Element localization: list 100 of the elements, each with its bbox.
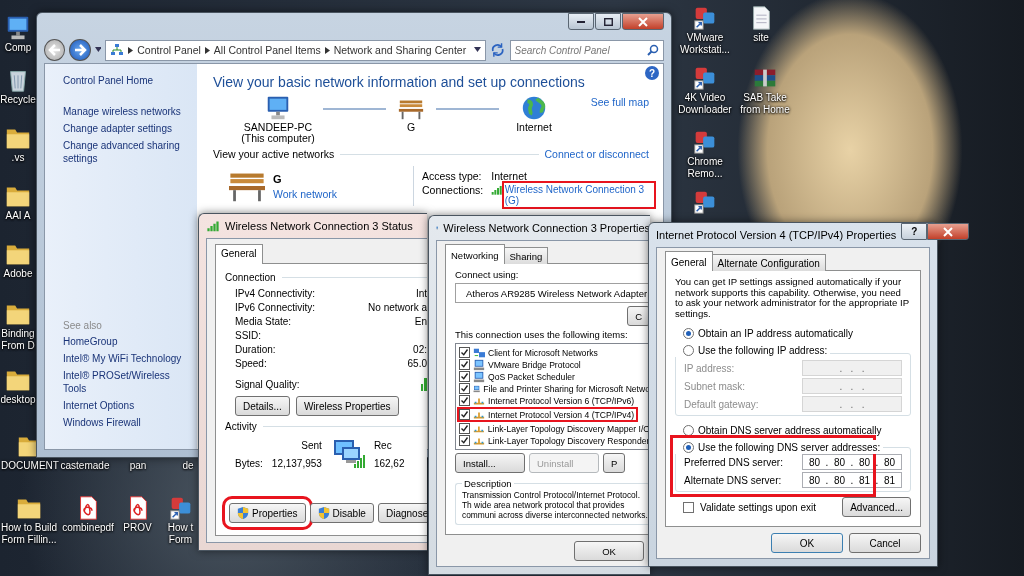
radio-button[interactable] bbox=[683, 344, 694, 356]
sidebar-link[interactable]: HomeGroup bbox=[63, 335, 193, 348]
field-label: Bytes: bbox=[235, 457, 263, 469]
field-label: Alternate DNS server: bbox=[684, 474, 783, 486]
network-name: G bbox=[273, 172, 283, 185]
tab[interactable]: Networking bbox=[445, 244, 505, 264]
dialog-button[interactable]: Details... bbox=[235, 396, 290, 416]
dialog-button[interactable]: Wireless Properties bbox=[295, 396, 399, 416]
checkbox[interactable] bbox=[459, 347, 470, 358]
icon-label[interactable]: de bbox=[182, 460, 194, 472]
checkbox[interactable] bbox=[459, 371, 470, 382]
connect-link[interactable]: Connect or disconnect bbox=[544, 148, 649, 160]
icon-label[interactable]: VMware Workstati... bbox=[676, 32, 734, 56]
sidebar-link[interactable]: Windows Firewall bbox=[63, 416, 193, 429]
checkbox[interactable] bbox=[683, 501, 694, 513]
dialog-button[interactable]: Disable bbox=[309, 503, 374, 523]
checkbox-label[interactable]: Validate settings upon exit bbox=[700, 501, 816, 513]
breadcrumb-item[interactable]: Network and Sharing Center bbox=[333, 44, 467, 56]
radio-label[interactable]: Obtain DNS server address automatically bbox=[698, 424, 882, 436]
icon-label[interactable]: site bbox=[753, 32, 769, 44]
sidebar-link[interactable]: Manage wireless networks bbox=[63, 105, 193, 118]
see-full-map-link[interactable]: See full map bbox=[569, 96, 649, 108]
breadcrumb-item[interactable]: All Control Panel Items bbox=[213, 44, 321, 56]
list-item[interactable]: Internet Protocol Version 6 (TCP/IPv6) bbox=[488, 395, 635, 406]
icon-label[interactable]: How to Build Form Fillin... bbox=[0, 522, 58, 546]
icon-label[interactable]: combinepdf bbox=[62, 522, 114, 534]
forward-button[interactable] bbox=[69, 39, 91, 61]
checkbox[interactable] bbox=[459, 409, 470, 420]
section-heading: View your active networks bbox=[213, 148, 335, 160]
tab[interactable]: General bbox=[665, 251, 713, 271]
radio-button[interactable] bbox=[683, 424, 694, 436]
maximize-button[interactable] bbox=[595, 13, 621, 30]
configure-button[interactable]: C bbox=[627, 306, 650, 326]
tab[interactable]: Sharing bbox=[503, 247, 549, 264]
icon-label[interactable]: Adobe bbox=[3, 268, 33, 280]
icon-label[interactable]: desktop bbox=[0, 394, 36, 406]
field-label: IPv4 Connectivity: bbox=[235, 288, 316, 299]
radio-label[interactable]: Obtain an IP address automatically bbox=[698, 327, 853, 339]
list-item[interactable]: Internet Protocol Version 4 (TCP/IPv4) bbox=[488, 409, 635, 420]
sidebar-link[interactable]: Internet Options bbox=[63, 399, 193, 412]
back-button[interactable] bbox=[44, 39, 66, 61]
network-type-link[interactable]: Work network bbox=[273, 187, 337, 200]
icon-label[interactable]: 4K Video Downloader bbox=[676, 92, 734, 116]
checkbox[interactable] bbox=[459, 395, 470, 406]
sidebar-link[interactable]: Change adapter settings bbox=[63, 122, 193, 135]
sidebar-link[interactable]: Control Panel Home bbox=[63, 74, 193, 87]
address-bar[interactable]: Control Panel All Control Panel Items Network and Sharing Center bbox=[105, 39, 487, 61]
checkbox[interactable] bbox=[459, 435, 470, 446]
icon-label[interactable]: AAI A bbox=[5, 210, 31, 222]
list-item[interactable]: QoS Packet Scheduler bbox=[488, 371, 575, 382]
icon-label[interactable]: .vs bbox=[11, 152, 25, 164]
list-item[interactable]: VMware Bridge Protocol bbox=[488, 359, 581, 370]
window-title: Internet Protocol Version 4 (TCP/IPv4) Properties bbox=[656, 229, 897, 241]
icon-label[interactable]: Binding From D bbox=[0, 328, 36, 352]
icon-label[interactable]: How t Form bbox=[163, 522, 198, 546]
checkbox[interactable] bbox=[459, 359, 470, 370]
icon-label[interactable]: Chrome Remo... bbox=[676, 156, 734, 180]
field-value: Int bbox=[414, 288, 427, 299]
icon-label[interactable]: PROV bbox=[123, 522, 152, 534]
dialog-button[interactable]: Install... bbox=[455, 453, 525, 473]
list-item[interactable]: Client for Microsoft Networks bbox=[488, 347, 598, 358]
list-item[interactable]: Link-Layer Topology Discovery Responder bbox=[488, 435, 650, 446]
checkbox[interactable] bbox=[459, 383, 470, 394]
help-button[interactable]: ? bbox=[645, 66, 659, 80]
icon-label[interactable]: DOCUMENT bbox=[1, 460, 59, 472]
ok-button[interactable]: OK bbox=[574, 541, 644, 561]
icon-label[interactable]: pan bbox=[129, 460, 147, 472]
checkbox[interactable] bbox=[459, 423, 470, 434]
icon-label[interactable]: Comp bbox=[4, 42, 32, 54]
field-label: Media State: bbox=[235, 316, 293, 327]
ip-address-field[interactable]: 80 . 80 . 80 . 80 bbox=[802, 454, 902, 470]
ok-button[interactable]: OK bbox=[771, 533, 843, 553]
field-value: 65.0 bbox=[406, 358, 427, 369]
minimize-button[interactable] bbox=[568, 13, 594, 30]
sidebar-link[interactable]: Change advanced sharing settings bbox=[63, 139, 193, 165]
radio-button[interactable] bbox=[683, 441, 694, 453]
field-value: En bbox=[413, 316, 427, 327]
dialog-button[interactable]: P bbox=[603, 453, 626, 473]
advanced-button[interactable]: Advanced... bbox=[842, 497, 911, 517]
search-box[interactable]: Search Control Panel bbox=[509, 39, 664, 61]
field-value: Internet bbox=[491, 170, 528, 182]
forward-arrow-icon bbox=[72, 43, 87, 57]
ip-address-field[interactable]: 80 . 80 . 81 . 81 bbox=[802, 472, 902, 488]
dialog-button[interactable]: Diagnose bbox=[377, 503, 427, 523]
node-label: (This computer) bbox=[241, 133, 315, 144]
sidebar-link[interactable]: Intel® My WiFi Technology bbox=[63, 352, 193, 365]
icon-label[interactable]: SAB Take from Home bbox=[736, 92, 794, 116]
icon-label[interactable]: castemade bbox=[60, 460, 110, 472]
cancel-button[interactable]: Cancel bbox=[849, 533, 921, 553]
radio-button[interactable] bbox=[683, 327, 694, 339]
sidebar-link[interactable]: Intel® PROSet/Wireless Tools bbox=[63, 369, 193, 395]
ip-address-field: . . . bbox=[802, 360, 902, 376]
tab[interactable]: Alternate Configuration bbox=[711, 254, 826, 271]
search-field[interactable]: Search Control Panel bbox=[514, 44, 647, 56]
help-button[interactable]: ? bbox=[901, 223, 928, 240]
connection-link[interactable]: Wireless Network Connection 3 (G) bbox=[504, 184, 654, 206]
breadcrumb-item[interactable]: Control Panel bbox=[137, 44, 201, 56]
close-button[interactable] bbox=[927, 223, 970, 240]
tab[interactable]: General bbox=[215, 244, 263, 264]
icon-label[interactable]: Recycle bbox=[0, 94, 36, 106]
